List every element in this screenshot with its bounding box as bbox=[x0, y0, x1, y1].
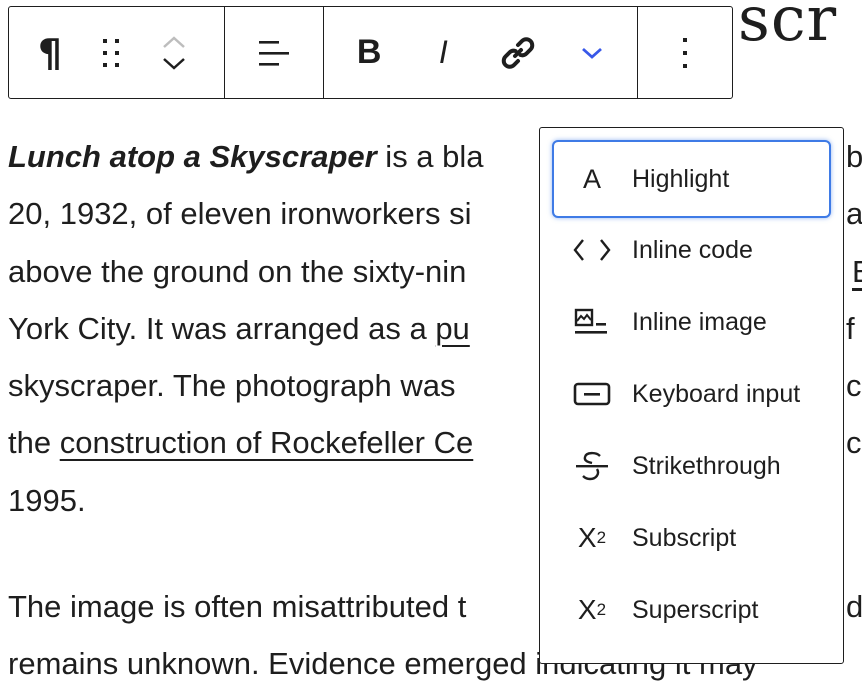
options-button[interactable] bbox=[655, 7, 715, 98]
align-button[interactable] bbox=[244, 7, 304, 98]
format-dropdown-menu: A Highlight Inline code Inline image Key… bbox=[539, 127, 844, 664]
text-segment: the bbox=[8, 425, 60, 461]
inline-image-icon bbox=[572, 307, 612, 337]
alignment-group bbox=[225, 7, 324, 98]
code-icon-svg bbox=[573, 239, 611, 261]
code-icon bbox=[572, 236, 612, 264]
text-fragment: bo bbox=[846, 139, 862, 174]
right-edge-fragments: bo an E f c co bbox=[846, 128, 862, 472]
menu-item-subscript[interactable]: X2 Subscript bbox=[554, 502, 829, 574]
menu-item-label: Inline code bbox=[632, 235, 753, 264]
text-fragment: f bbox=[846, 310, 855, 346]
text-fragment: co bbox=[846, 425, 862, 461]
subscript-glyph: X bbox=[577, 522, 597, 553]
menu-item-strikethrough[interactable]: Strikethrough bbox=[554, 430, 829, 502]
subscript-icon: X2 bbox=[572, 522, 612, 554]
strikethrough-icon bbox=[572, 449, 612, 483]
text-segment: is a bla bbox=[376, 139, 484, 174]
block-toolbar: ¶ B I bbox=[8, 6, 733, 99]
formatting-group: B I bbox=[324, 7, 638, 98]
menu-item-label: Inline image bbox=[632, 307, 767, 336]
more-formats-button[interactable] bbox=[562, 7, 622, 98]
paragraph-icon: ¶ bbox=[37, 30, 63, 75]
move-up-button[interactable] bbox=[161, 34, 187, 50]
highlight-icon: A bbox=[572, 164, 612, 195]
block-mover bbox=[143, 7, 205, 98]
strikethrough-icon-svg bbox=[576, 451, 608, 481]
menu-item-superscript[interactable]: X2 Superscript bbox=[554, 574, 829, 646]
text-segment: York City. It was arranged as a bbox=[8, 310, 436, 346]
link-fragment[interactable]: E bbox=[852, 243, 862, 300]
more-vertical-icon bbox=[683, 37, 687, 68]
drag-handle-icon bbox=[103, 38, 119, 67]
menu-item-label: Strikethrough bbox=[632, 451, 781, 480]
text-fragment: an bbox=[846, 196, 862, 232]
italic-button[interactable]: I bbox=[413, 7, 473, 98]
subscript-digit: 2 bbox=[596, 528, 607, 547]
link-button[interactable] bbox=[488, 7, 548, 98]
italic-icon: I bbox=[438, 34, 448, 70]
superscript-glyph: X bbox=[577, 594, 597, 625]
menu-item-inline-image[interactable]: Inline image bbox=[554, 286, 829, 358]
keyboard-icon bbox=[572, 381, 612, 407]
text-fragment: de bbox=[846, 589, 862, 624]
menu-item-label: Superscript bbox=[632, 595, 759, 624]
move-down-button[interactable] bbox=[161, 56, 187, 72]
rockefeller-link[interactable]: construction of Rockefeller Ce bbox=[60, 425, 474, 460]
superscript-digit: 2 bbox=[596, 600, 607, 619]
bold-button[interactable]: B bbox=[339, 7, 399, 98]
keyboard-icon-svg bbox=[573, 382, 611, 406]
heading-fragment: scr bbox=[738, 0, 838, 55]
menu-item-label: Subscript bbox=[632, 523, 737, 552]
inline-image-icon-svg bbox=[574, 308, 607, 334]
align-left-icon bbox=[259, 40, 289, 66]
text-fragment: c bbox=[846, 368, 862, 404]
superscript-icon: X2 bbox=[572, 594, 612, 626]
link-icon bbox=[501, 36, 534, 69]
highlight-glyph: A bbox=[582, 163, 601, 194]
menu-item-label: Highlight bbox=[632, 164, 730, 193]
bold-icon: B bbox=[356, 33, 382, 71]
chevron-down-icon bbox=[581, 47, 602, 59]
inline-link[interactable]: pu bbox=[435, 311, 469, 346]
drag-handle[interactable] bbox=[81, 7, 143, 98]
menu-item-keyboard-input[interactable]: Keyboard input bbox=[554, 358, 829, 430]
block-type-button[interactable]: ¶ bbox=[19, 7, 81, 98]
block-controls-group: ¶ bbox=[9, 7, 225, 98]
artwork-title: Lunch atop a Skyscraper bbox=[8, 139, 377, 174]
options-group bbox=[638, 7, 732, 98]
menu-item-inline-code[interactable]: Inline code bbox=[554, 214, 829, 286]
menu-item-highlight[interactable]: A Highlight bbox=[554, 142, 829, 216]
menu-item-label: Keyboard input bbox=[632, 379, 801, 408]
